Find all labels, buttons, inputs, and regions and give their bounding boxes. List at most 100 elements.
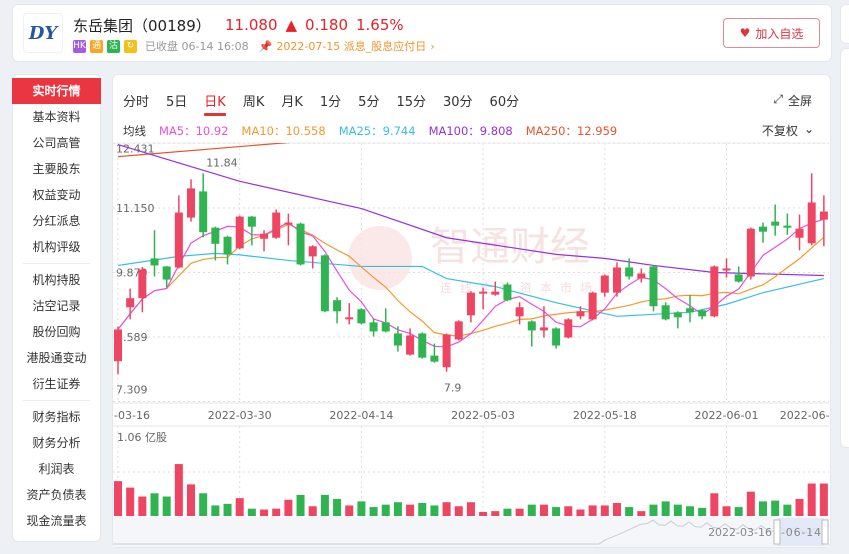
candle (661, 302, 670, 321)
candle-body (673, 312, 682, 318)
candle-body (698, 310, 707, 317)
candle-body (272, 212, 281, 238)
volume-bar (320, 494, 329, 516)
candle-body (759, 226, 768, 232)
candle (637, 268, 646, 283)
navigator-start-label: 2022-03-16 (708, 526, 772, 539)
volume-bar (722, 506, 731, 516)
x-tick-label: 2022-03-30 (208, 409, 272, 422)
volume-bar (466, 502, 475, 516)
candle (783, 213, 792, 235)
volume-bar (746, 491, 755, 516)
volume-bar (393, 502, 402, 516)
candle (211, 226, 220, 261)
volume-bar (795, 498, 804, 516)
candle (552, 327, 561, 349)
candle-body (308, 246, 317, 257)
volume-bar (783, 504, 792, 516)
volume-bar (442, 502, 451, 516)
candle (649, 265, 658, 312)
candle (685, 295, 694, 323)
volume-bar (637, 511, 646, 516)
candle (503, 282, 512, 302)
candle (759, 222, 768, 243)
candle-body (527, 321, 536, 331)
candle-body (771, 221, 780, 226)
volume-bar (588, 505, 597, 516)
candle-body (479, 291, 488, 294)
watermark-logo (348, 226, 412, 290)
volume-bar (539, 504, 548, 516)
volume-bar (734, 507, 743, 516)
candle (308, 245, 317, 269)
candle (235, 215, 244, 250)
x-tick-label: 2022-05-18 (573, 409, 637, 422)
volume-bar (515, 508, 524, 516)
volume-bar (612, 503, 621, 516)
volume-bar (600, 505, 609, 516)
volume-bar (479, 511, 488, 516)
candle-body (296, 223, 305, 265)
volume-bar (649, 504, 658, 516)
volume-bar (308, 506, 317, 516)
volume-bar (138, 496, 147, 516)
volume-bar (661, 501, 670, 516)
navigator-left-handle[interactable] (773, 519, 781, 545)
candle (466, 291, 475, 323)
candle-body (381, 322, 390, 332)
candle-body (138, 269, 147, 299)
candle (442, 333, 451, 372)
candle-body (746, 228, 755, 277)
candle-body (260, 233, 269, 239)
candle-body (187, 188, 196, 218)
volume-bar (673, 504, 682, 516)
candle (771, 204, 780, 236)
candle (795, 214, 804, 251)
candle (819, 195, 828, 247)
volume-bar (247, 508, 256, 516)
candle-body (539, 327, 548, 331)
x-tick-label: 2022-04-14 (329, 409, 393, 422)
candle (174, 195, 183, 269)
x-tick-label: 2022-06-13 (780, 409, 844, 422)
volume-bar (260, 509, 269, 516)
candle (600, 274, 609, 297)
candle (418, 332, 427, 359)
volume-bar (710, 493, 719, 516)
volume-bar (187, 484, 196, 516)
candle-body (284, 222, 293, 225)
candle-body (430, 355, 439, 362)
volume-bar (625, 507, 634, 516)
candle-body (235, 216, 244, 249)
kline-chart[interactable]: 12.43111.1509.8708.5897.309 智通财经 连线全球资本市… (0, 0, 849, 554)
volume-bar (235, 498, 244, 516)
candle-body (211, 227, 220, 244)
volume-bar (174, 464, 183, 516)
volume-bar (430, 505, 439, 516)
y-tick-label: 11.150 (116, 202, 155, 215)
candle (345, 303, 354, 325)
candle-body (783, 225, 792, 228)
candle (199, 173, 208, 238)
navigator-right-handle[interactable] (821, 519, 829, 545)
candle (746, 227, 755, 280)
navigator-end-label: -06-14 (781, 526, 821, 539)
candle (734, 266, 743, 283)
candle (126, 288, 135, 320)
candle (333, 297, 342, 324)
volume-bar (126, 487, 135, 516)
candle-body (649, 266, 658, 307)
volume-bar (406, 504, 415, 516)
volume-bar (150, 493, 159, 516)
x-tick-label: 2022-05-03 (451, 409, 515, 422)
candle-body (150, 258, 159, 266)
candle-body (576, 311, 585, 317)
candle-body (174, 212, 183, 268)
volume-bar (284, 499, 293, 516)
candle-body (442, 334, 451, 368)
candle (564, 318, 573, 339)
candle (539, 306, 548, 338)
y-tick-label: 7.309 (116, 384, 148, 397)
candle-body (223, 236, 232, 255)
candle (807, 173, 816, 246)
